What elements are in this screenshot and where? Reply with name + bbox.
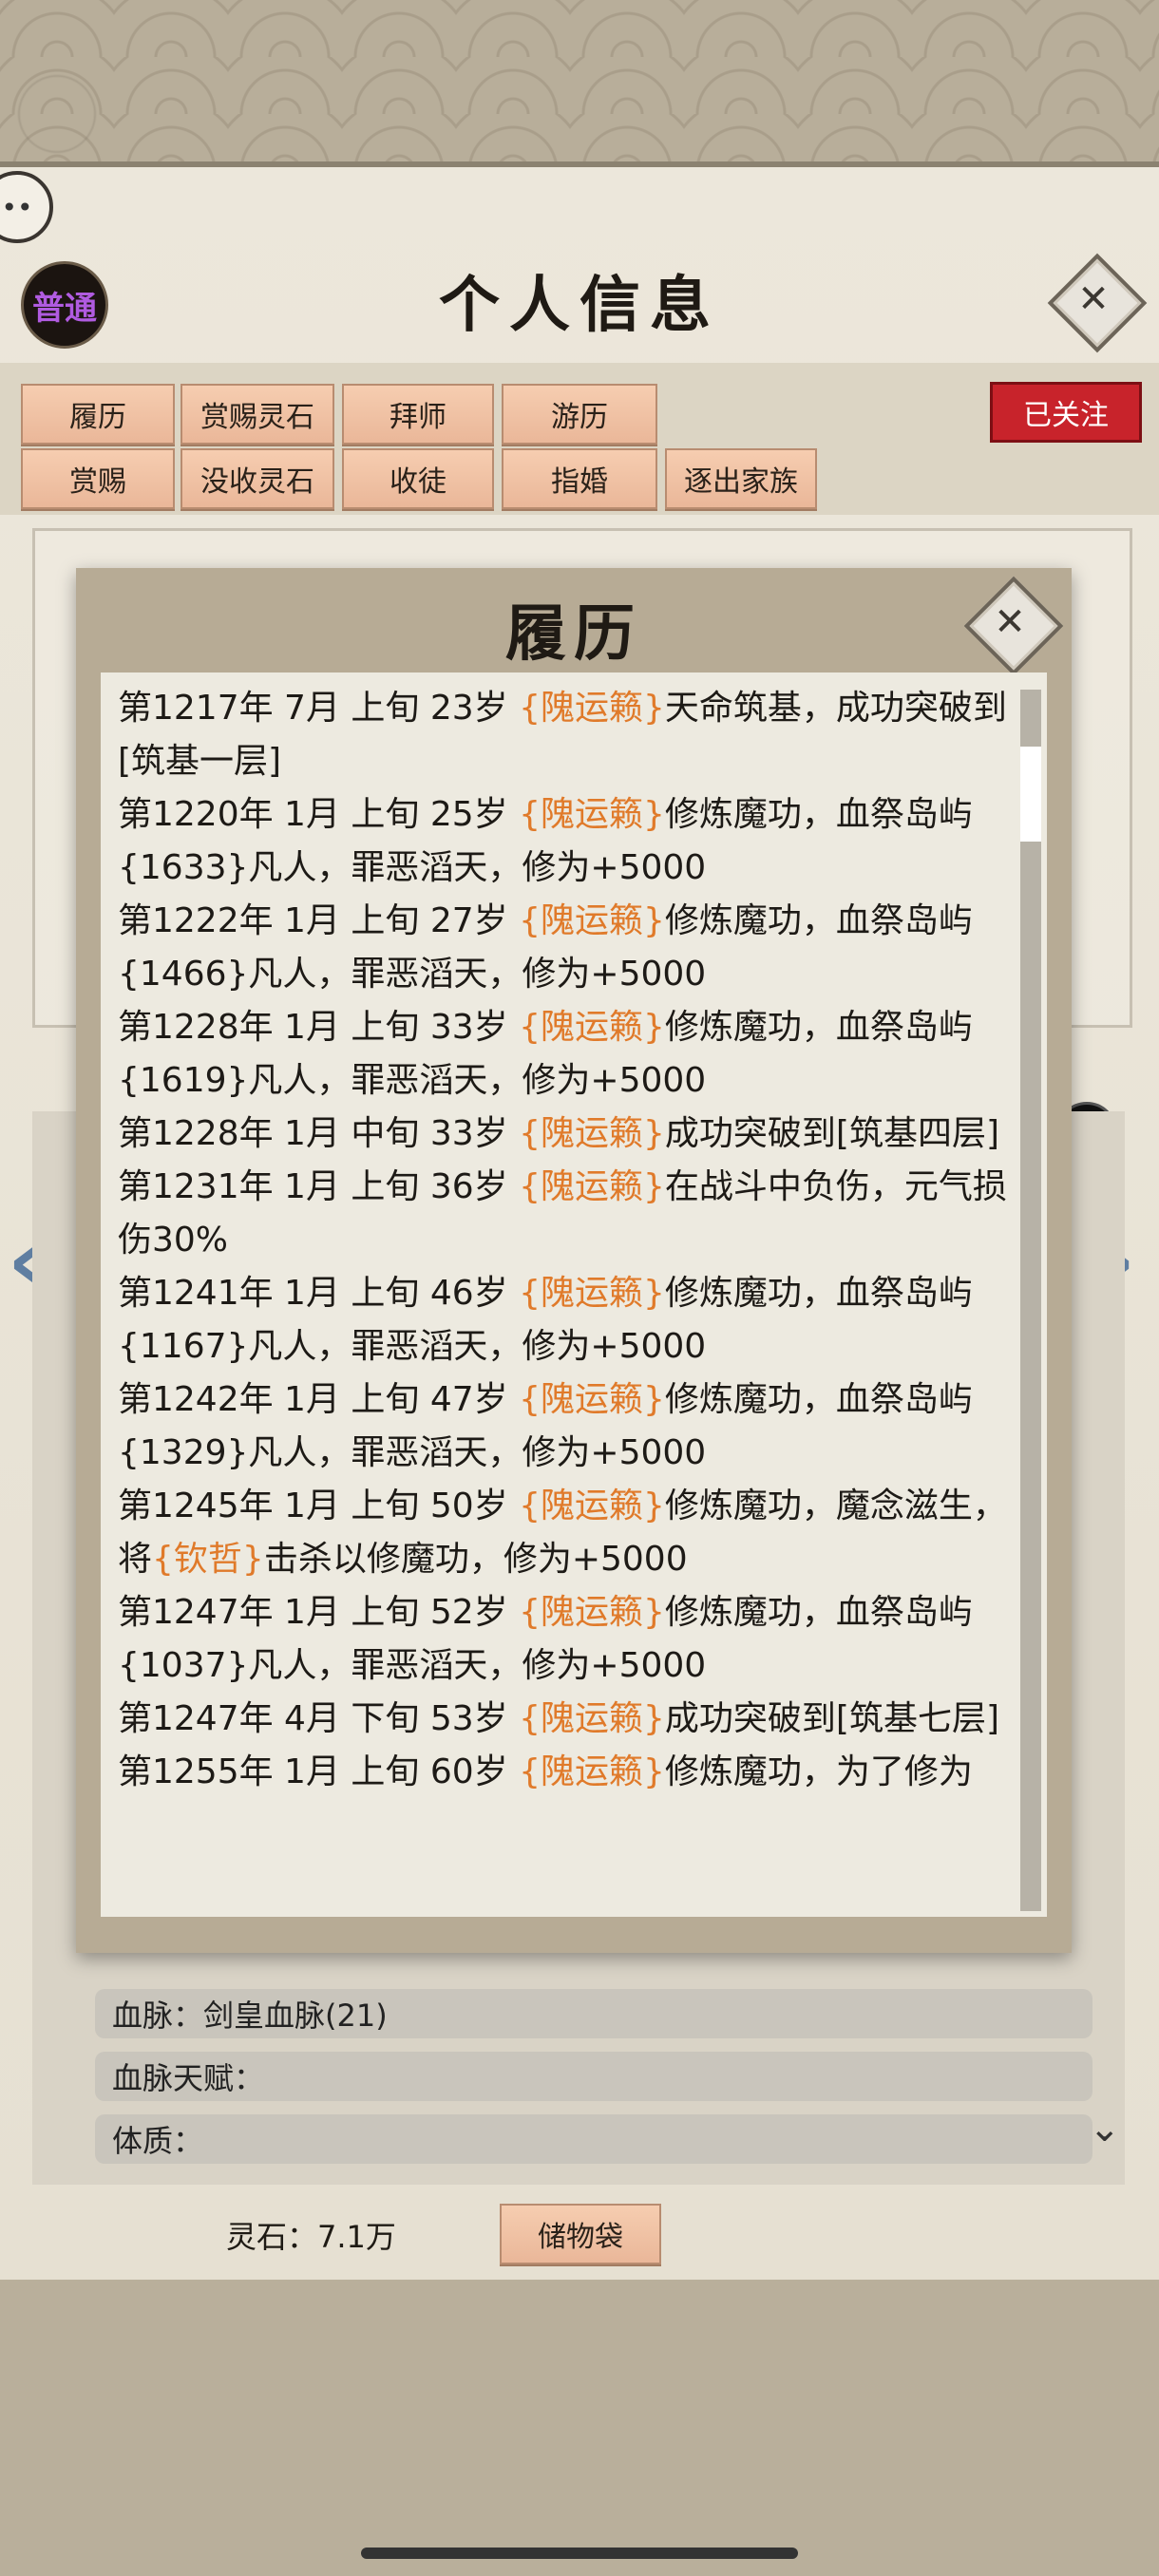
character-name: {隗运籁} (519, 795, 665, 834)
follow-button[interactable]: 已关注 (990, 382, 1142, 443)
entry-text: 第1247年 1月 上旬 52岁 (118, 1593, 520, 1632)
close-icon: ✕ (1077, 277, 1110, 321)
modal-close-button[interactable]: ✕ (963, 576, 1064, 676)
action-button[interactable]: 指婚 (502, 448, 657, 509)
action-button[interactable]: 逐出家族 (665, 448, 817, 509)
character-name: {隗运籁} (519, 1008, 665, 1047)
constitution-text: 体质： (112, 2123, 204, 2159)
character-name: {隗运籁} (519, 1114, 665, 1153)
spirit-stone-count: 灵石：7.1万 (226, 2219, 396, 2255)
resume-entry: 第1255年 1月 上旬 60岁 {隗运籁}修炼魔功，为了修为 (118, 1746, 1007, 1799)
resume-entry: 第1228年 1月 上旬 33岁 {隗运籁}修炼魔功，血祭岛屿{1619}凡人，… (118, 1001, 1007, 1108)
action-button[interactable]: 游历 (502, 384, 657, 445)
entry-text: 第1220年 1月 上旬 25岁 (118, 795, 520, 834)
home-indicator (361, 2548, 798, 2559)
character-name: {隗运籁} (519, 689, 665, 728)
resume-modal: 履历 ✕ 第1217年 7月 上旬 23岁 {隗运籁}天命筑基，成功突破到[筑基… (76, 568, 1072, 1953)
chevron-down-icon[interactable]: ⌄ (1089, 2107, 1121, 2150)
bloodline-text: 血脉：剑皇血脉(21) (112, 1998, 388, 2034)
resume-list: 第1217年 7月 上旬 23岁 {隗运籁}天命筑基，成功突破到[筑基一层] 第1… (118, 682, 1007, 1799)
character-name: {隗运籁} (519, 901, 665, 940)
entry-text: 第1245年 1月 上旬 50岁 (118, 1487, 520, 1525)
character-name: {隗运籁} (519, 1274, 665, 1313)
scrollbar[interactable] (1020, 690, 1041, 1911)
character-name: {隗运籁} (519, 1487, 665, 1525)
entry-text: 成功突破到[筑基四层] (664, 1114, 1000, 1153)
close-button[interactable]: ✕ (1047, 253, 1148, 353)
constitution-row: 体质： (95, 2114, 1092, 2164)
character-name: {隗运籁} (519, 1167, 665, 1206)
action-button[interactable]: 赏赐灵石 (180, 384, 334, 445)
action-button[interactable]: 收徒 (342, 448, 494, 509)
bloodline-row: 血脉：剑皇血脉(21) (95, 1989, 1092, 2038)
resume-entry: 第1247年 4月 下旬 53岁 {隗运籁}成功突破到[筑基七层] (118, 1693, 1007, 1746)
resume-entry: 第1241年 1月 上旬 46岁 {隗运籁}修炼魔功，血祭岛屿{1167}凡人，… (118, 1267, 1007, 1373)
resume-entry: 第1220年 1月 上旬 25岁 {隗运籁}修炼魔功，血祭岛屿{1633}凡人，… (118, 788, 1007, 895)
entry-text: 第1255年 1月 上旬 60岁 (118, 1752, 520, 1791)
character-name: {隗运籁} (519, 1699, 665, 1738)
entry-text: 第1241年 1月 上旬 46岁 (118, 1274, 520, 1313)
character-name: {隗运籁} (519, 1380, 665, 1419)
character-name: {隗运籁} (519, 1752, 665, 1791)
bloodline-talent-row: 血脉天赋： (95, 2052, 1092, 2101)
page-title: 个人信息 (439, 270, 720, 341)
bottom-area (0, 2280, 1159, 2576)
action-button[interactable]: 拜师 (342, 384, 494, 445)
entry-text: 第1247年 4月 下旬 53岁 (118, 1699, 520, 1738)
entry-text: 第1228年 1月 中旬 33岁 (118, 1114, 520, 1153)
entry-text: 第1242年 1月 上旬 47岁 (118, 1380, 520, 1419)
entry-text: 第1222年 1月 上旬 27岁 (118, 901, 520, 940)
top-decoration (0, 0, 1159, 171)
resume-list-container[interactable]: 第1217年 7月 上旬 23岁 {隗运籁}天命筑基，成功突破到[筑基一层] 第1… (101, 672, 1047, 1917)
entry-text: 修炼魔功，为了修为 (664, 1752, 973, 1791)
modal-title: 履历 (505, 598, 642, 670)
entry-text: 击杀以修魔功，修为+5000 (263, 1540, 688, 1579)
resume-entry: 第1231年 1月 上旬 36岁 {隗运籁}在战斗中负伤，元气损伤30% (118, 1161, 1007, 1267)
character-name: {隗运籁} (519, 1593, 665, 1632)
resume-entry: 第1247年 1月 上旬 52岁 {隗运籁}修炼魔功，血祭岛屿{1037}凡人，… (118, 1586, 1007, 1693)
resume-entry: 第1228年 1月 中旬 33岁 {隗运籁}成功突破到[筑基四层] (118, 1108, 1007, 1161)
action-button[interactable]: 赏赐 (21, 448, 175, 509)
resume-entry: 第1217年 7月 上旬 23岁 {隗运籁}天命筑基，成功突破到[筑基一层] (118, 682, 1007, 788)
entry-text: 第1231年 1月 上旬 36岁 (118, 1167, 520, 1206)
entry-text: 第1228年 1月 上旬 33岁 (118, 1008, 520, 1047)
resume-entry: 第1245年 1月 上旬 50岁 {隗运籁}修炼魔功，魔念滋生，将{钦哲}击杀以… (118, 1480, 1007, 1586)
entry-text: 第1217年 7月 上旬 23岁 (118, 689, 520, 728)
character-name: {钦哲} (152, 1540, 264, 1579)
action-button[interactable]: 履历 (21, 384, 175, 445)
modal-close-icon: ✕ (994, 600, 1026, 644)
resume-entry: 第1242年 1月 上旬 47岁 {隗运籁}修炼魔功，血祭岛屿{1329}凡人，… (118, 1373, 1007, 1480)
resume-entry: 第1222年 1月 上旬 27岁 {隗运籁}修炼魔功，血祭岛屿{1466}凡人，… (118, 895, 1007, 1001)
bloodline-talent-text: 血脉天赋： (112, 2060, 265, 2096)
entry-text: 成功突破到[筑基七层] (664, 1699, 1000, 1738)
storage-bag-button[interactable]: 储物袋 (500, 2204, 661, 2264)
action-button[interactable]: 没收灵石 (180, 448, 334, 509)
scrollbar-thumb[interactable] (1020, 747, 1041, 842)
